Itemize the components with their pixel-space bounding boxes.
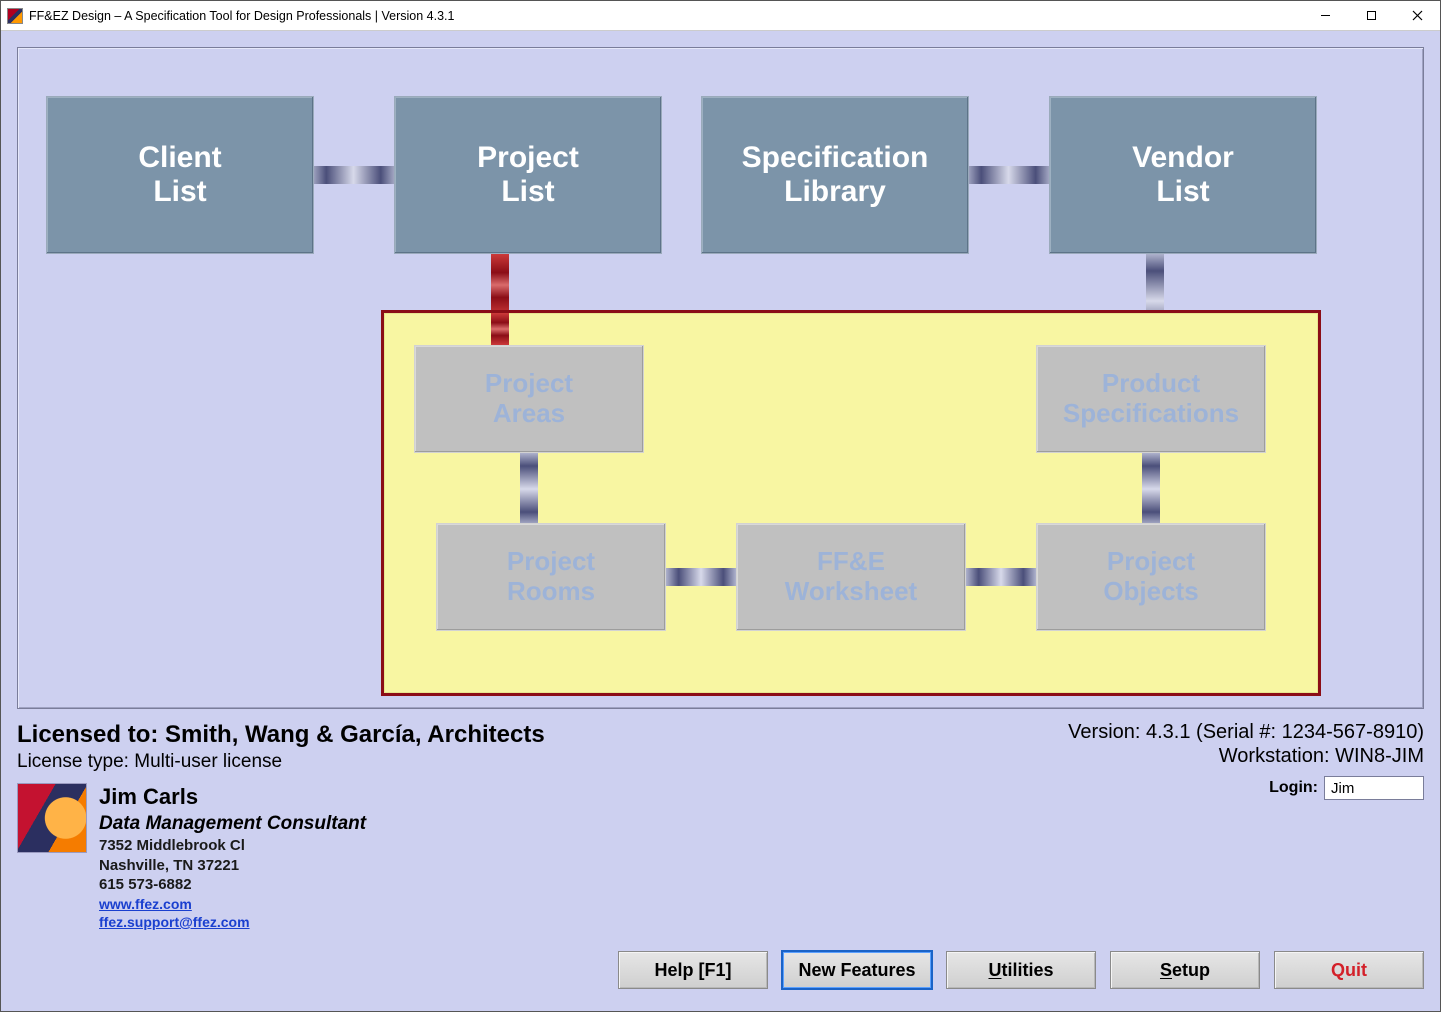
project-rooms-node[interactable]: Project Rooms bbox=[436, 523, 666, 631]
login-label: Login: bbox=[1269, 779, 1318, 797]
quit-button[interactable]: Quit bbox=[1274, 951, 1424, 989]
consultant-web-link[interactable]: www.ffez.com bbox=[99, 895, 366, 913]
version-line: Version: 4.3.1 (Serial #: 1234-567-8910) bbox=[1068, 721, 1424, 744]
app-window: FF&EZ Design – A Specification Tool for … bbox=[0, 0, 1441, 1012]
window-title: FF&EZ Design – A Specification Tool for … bbox=[29, 9, 1302, 23]
connector bbox=[520, 453, 538, 525]
vendor-list-node[interactable]: Vendor List bbox=[1049, 96, 1317, 254]
connector bbox=[966, 166, 1051, 184]
consultant-logo bbox=[17, 783, 87, 853]
ffe-worksheet-node[interactable]: FF&E Worksheet bbox=[736, 523, 966, 631]
project-list-node[interactable]: Project List bbox=[394, 96, 662, 254]
maximize-button[interactable] bbox=[1348, 1, 1394, 30]
close-button[interactable] bbox=[1394, 1, 1440, 30]
project-areas-node[interactable]: Project Areas bbox=[414, 345, 644, 453]
connector bbox=[491, 254, 509, 316]
consultant-text: Jim Carls Data Management Consultant 735… bbox=[99, 783, 366, 931]
minimize-button[interactable] bbox=[1302, 1, 1348, 30]
connector bbox=[666, 568, 736, 586]
connector bbox=[491, 313, 509, 345]
consultant-name: Jim Carls bbox=[99, 783, 366, 812]
connector bbox=[1142, 453, 1160, 525]
product-specifications-node[interactable]: Product Specifications bbox=[1036, 345, 1266, 453]
info-area: Licensed to: Smith, Wang & García, Archi… bbox=[17, 709, 1424, 1001]
project-objects-node[interactable]: Project Objects bbox=[1036, 523, 1266, 631]
consultant-email-link[interactable]: ffez.support@ffez.com bbox=[99, 913, 366, 931]
app-icon bbox=[7, 8, 23, 24]
specification-library-node[interactable]: Specification Library bbox=[701, 96, 969, 254]
new-features-button[interactable]: New Features bbox=[782, 951, 932, 989]
help-button[interactable]: Help [F1] bbox=[618, 951, 768, 989]
consultant-title: Data Management Consultant bbox=[99, 812, 366, 837]
diagram-panel: Client List Project List Specification L… bbox=[17, 47, 1424, 709]
consultant-addr1: 7352 Middlebrook Cl bbox=[99, 836, 366, 856]
client-list-node[interactable]: Client List bbox=[46, 96, 314, 254]
consultant-block: Jim Carls Data Management Consultant 735… bbox=[17, 783, 1424, 931]
titlebar: FF&EZ Design – A Specification Tool for … bbox=[1, 1, 1440, 31]
workstation-line: Workstation: WIN8-JIM bbox=[1068, 745, 1424, 768]
login-row: Login: bbox=[1068, 776, 1424, 800]
client-area: Client List Project List Specification L… bbox=[1, 31, 1440, 1011]
diagram: Client List Project List Specification L… bbox=[36, 72, 1405, 684]
connector bbox=[966, 568, 1036, 586]
consultant-phone: 615 573-6882 bbox=[99, 875, 366, 895]
window-controls bbox=[1302, 1, 1440, 30]
connector bbox=[311, 166, 396, 184]
login-input[interactable] bbox=[1324, 776, 1424, 800]
consultant-addr2: Nashville, TN 37221 bbox=[99, 856, 366, 876]
setup-button[interactable]: Setup bbox=[1110, 951, 1260, 989]
utilities-button[interactable]: Utilities bbox=[946, 951, 1096, 989]
version-block: Version: 4.3.1 (Serial #: 1234-567-8910)… bbox=[1068, 721, 1424, 800]
button-row: Help [F1] New Features Utilities Setup Q… bbox=[618, 951, 1424, 989]
